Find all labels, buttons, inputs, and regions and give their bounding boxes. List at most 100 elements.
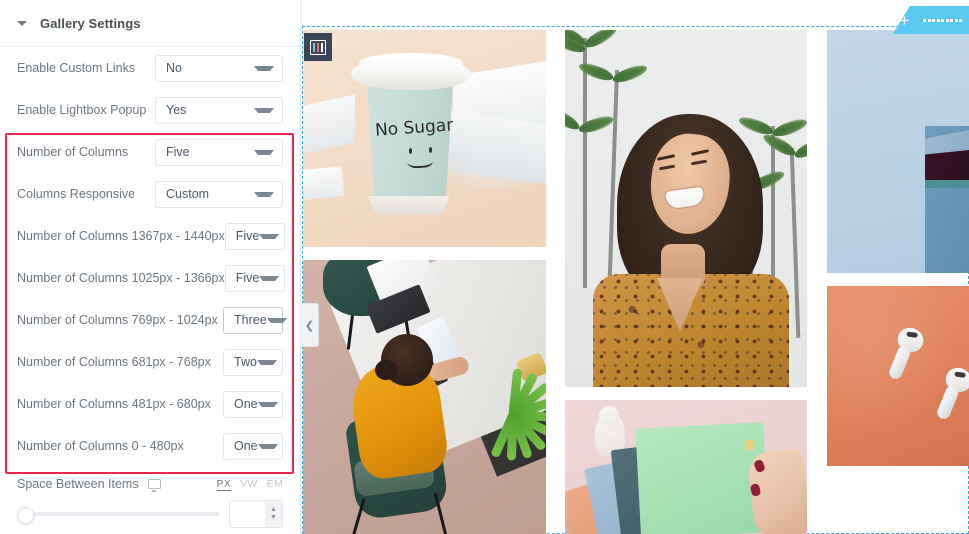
panel-collapse-toggle[interactable]: ❮: [301, 303, 319, 347]
setting-row-columns-responsive: Columns Responsive Custom: [0, 173, 300, 215]
setting-label: Number of Columns: [17, 145, 129, 159]
building-teal-band: [925, 180, 969, 188]
section-handle-columns-icon[interactable]: [304, 33, 332, 61]
setting-row-number-of-columns: Number of Columns Five: [0, 131, 300, 173]
chevron-down-icon: [254, 65, 274, 71]
chevron-down-icon: [257, 401, 278, 407]
potted-plant: [473, 368, 546, 461]
setting-row-enable-custom-links: Enable Custom Links No: [0, 47, 300, 89]
space-between-items-stepper[interactable]: ▲ ▼: [229, 500, 283, 528]
enable-custom-links-select[interactable]: No: [155, 54, 283, 82]
columns-769-1024-select[interactable]: Three: [223, 306, 287, 334]
setting-label: Number of Columns 0 - 480px: [17, 439, 184, 453]
palm-trunk: [583, 38, 587, 288]
select-value: No: [166, 61, 182, 75]
paper-decor: [303, 165, 345, 201]
notebook-emblem: [745, 440, 753, 450]
elementor-editor-screen: No Sugar ❮ + Gallery Settings Enable Cus…: [0, 0, 969, 534]
chevron-down-icon: [259, 233, 280, 239]
cup-lid-top: [359, 53, 463, 73]
statue-head: [599, 406, 619, 426]
desktop-monitor-icon[interactable]: [147, 479, 161, 492]
columns-1025-1366-select[interactable]: Five: [224, 264, 285, 292]
chevron-down-icon: [254, 107, 274, 113]
setting-row-columns-1367-1440: Number of Columns 1367px - 1440px Five: [0, 215, 300, 257]
settings-rows: Enable Custom Links No Enable Lightbox P…: [0, 47, 300, 467]
paper-decor: [303, 94, 355, 154]
smiley-mouth-icon: [406, 151, 434, 169]
select-value: Five: [166, 145, 190, 159]
setting-label: Columns Responsive: [17, 187, 136, 201]
setting-label: Number of Columns 1367px - 1440px: [17, 229, 225, 243]
unit-em[interactable]: EM: [267, 478, 283, 490]
gallery-item-pastel-notebooks-hand[interactable]: [565, 400, 807, 534]
columns-layout-icon: [309, 39, 327, 55]
space-between-items-slider[interactable]: [17, 504, 219, 524]
setting-label: Space Between Items: [17, 477, 139, 491]
select-value: Five: [235, 271, 260, 285]
columns-1367-1440-select[interactable]: Five: [224, 222, 285, 250]
settings-panel: Gallery Settings Enable Custom Links No …: [0, 0, 301, 534]
grid-apps-icon[interactable]: [923, 18, 963, 22]
stepper-arrows-icon[interactable]: ▲ ▼: [265, 501, 282, 527]
open-book-page: [449, 110, 546, 186]
setting-row-columns-681-768: Number of Columns 681px - 768px Two: [0, 341, 300, 383]
cup-base: [368, 196, 450, 215]
select-value: Two: [234, 355, 257, 369]
columns-0-480-select[interactable]: One: [223, 432, 283, 460]
select-value: Five: [235, 229, 260, 243]
gallery-item-woman-smiling-palm-trees[interactable]: [565, 30, 807, 387]
setting-row-columns-1025-1366: Number of Columns 1025px - 1366px Five: [0, 257, 300, 299]
cup-body: [366, 82, 454, 206]
chevron-down-icon: [266, 317, 287, 323]
unit-px[interactable]: PX: [216, 478, 232, 491]
gallery-item-architecture-blue-sky[interactable]: [827, 30, 969, 273]
chevron-left-icon: ❮: [304, 319, 315, 332]
gallery-item-coffee-cup-no-sugar[interactable]: No Sugar: [303, 30, 546, 247]
setting-row-enable-lightbox-popup: Enable Lightbox Popup Yes: [0, 89, 300, 131]
palm-trunk: [789, 147, 801, 339]
enable-lightbox-popup-select[interactable]: Yes: [155, 96, 283, 124]
setting-row-columns-769-1024: Number of Columns 769px - 1024px Three: [0, 299, 300, 341]
gallery-item-white-earbuds-orange-background[interactable]: [827, 286, 969, 466]
columns-681-768-select[interactable]: Two: [223, 348, 283, 376]
chevron-down-icon: [259, 275, 280, 281]
slider-track[interactable]: [17, 512, 219, 516]
chevron-down-icon: [256, 359, 277, 365]
stepper-up-icon[interactable]: ▲: [270, 506, 277, 513]
select-value: One: [234, 439, 258, 453]
slider-handle[interactable]: [17, 507, 34, 524]
space-between-items-controls: ▲ ▼: [17, 495, 283, 533]
panel-title: Gallery Settings: [40, 15, 141, 31]
setting-label: Number of Columns 769px - 1024px: [17, 313, 218, 327]
select-value: Custom: [166, 187, 210, 201]
chevron-down-icon: [254, 191, 274, 197]
unit-switcher: PX VW EM: [216, 478, 283, 491]
setting-label: Number of Columns 681px - 768px: [17, 355, 211, 369]
caret-down-icon[interactable]: [17, 20, 27, 26]
select-value: One: [234, 397, 258, 411]
setting-label: Enable Custom Links: [17, 61, 136, 75]
stepper-down-icon[interactable]: ▼: [270, 514, 277, 521]
select-value: Three: [234, 313, 267, 327]
setting-row-space-between-items: Space Between Items PX VW EM ▲ ▼: [0, 473, 300, 533]
person-hair-bun: [375, 360, 397, 380]
chevron-down-icon: [254, 149, 274, 155]
setting-label: Number of Columns 1025px - 1366px: [17, 271, 225, 285]
setting-label: Enable Lightbox Popup: [17, 103, 147, 117]
columns-responsive-select[interactable]: Custom: [155, 180, 283, 208]
setting-row-columns-0-480: Number of Columns 0 - 480px One: [0, 425, 300, 467]
space-between-items-header: Space Between Items PX VW EM: [17, 473, 283, 495]
chevron-down-icon: [257, 443, 278, 449]
space-between-items-input[interactable]: [230, 501, 265, 527]
number-of-columns-select[interactable]: Five: [155, 138, 283, 166]
setting-row-columns-481-680: Number of Columns 481px - 680px One: [0, 383, 300, 425]
palm-trunk: [606, 70, 620, 300]
columns-481-680-select[interactable]: One: [223, 390, 283, 418]
unit-vw[interactable]: VW: [240, 478, 258, 490]
select-value: Yes: [166, 103, 187, 117]
gallery-item-desk-overhead-woman-laptop[interactable]: [303, 260, 546, 534]
gallery-grid: No Sugar: [303, 30, 969, 534]
setting-label: Number of Columns 481px - 680px: [17, 397, 211, 411]
panel-header[interactable]: Gallery Settings: [0, 0, 300, 47]
